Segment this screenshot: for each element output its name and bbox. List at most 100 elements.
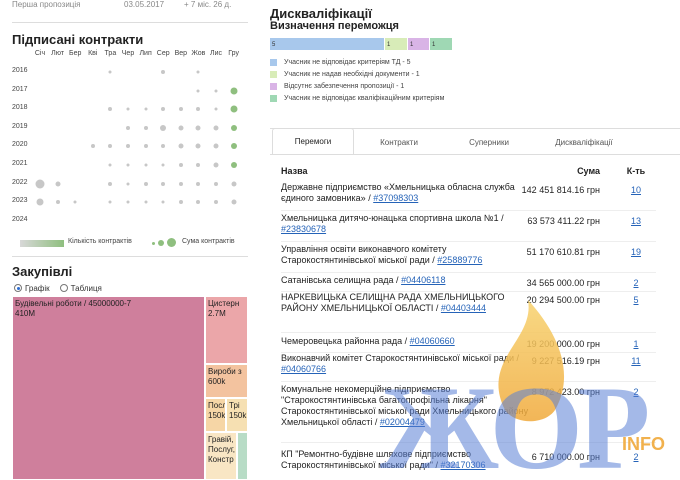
contract-dot[interactable] — [178, 107, 183, 112]
treemap-tile-gravel[interactable]: Гравій, Послуг, Констр — [205, 432, 237, 480]
contract-dot[interactable] — [230, 87, 238, 95]
row-count-link[interactable]: 11 — [612, 356, 660, 366]
contract-dot[interactable] — [161, 181, 166, 186]
row-count-link[interactable]: 2 — [612, 387, 660, 397]
contract-dot[interactable] — [55, 181, 61, 187]
table-radio-label[interactable]: Таблиця — [71, 284, 102, 293]
row-count-link[interactable]: 2 — [612, 452, 660, 462]
row-count-link[interactable]: 1 — [612, 339, 660, 349]
row-count-link[interactable]: 5 — [612, 295, 660, 305]
graph-radio[interactable] — [14, 284, 22, 292]
dq-bar-security[interactable]: 1 — [408, 38, 429, 50]
col-header-sum[interactable]: Сума — [520, 166, 600, 176]
company-code-link[interactable]: #25889776 — [437, 255, 482, 265]
contract-dot[interactable] — [214, 107, 218, 111]
contract-dot[interactable] — [108, 70, 112, 74]
contract-dot[interactable] — [108, 200, 112, 204]
treemap-tile-services[interactable]: Посл 150k — [205, 398, 226, 432]
contract-dot[interactable] — [231, 199, 237, 205]
company-code-link[interactable]: #02004479 — [380, 417, 425, 427]
company-code-link[interactable]: #37098303 — [373, 193, 418, 203]
contract-dot[interactable] — [73, 200, 77, 204]
contract-dot[interactable] — [161, 144, 166, 149]
contract-dot[interactable] — [35, 179, 45, 189]
contract-dot[interactable] — [230, 143, 237, 150]
contract-dot[interactable] — [196, 200, 201, 205]
company-code-link[interactable]: #04406118 — [401, 275, 445, 285]
row-count-link[interactable]: 2 — [612, 278, 660, 288]
contract-dot[interactable] — [143, 125, 148, 130]
contract-dot[interactable] — [161, 107, 166, 112]
contract-dot[interactable] — [108, 181, 113, 186]
contract-dot[interactable] — [144, 200, 148, 204]
company-code-link[interactable]: #04060660 — [410, 336, 455, 346]
treemap-tile-tanks[interactable]: Цистерн 2.7M — [205, 296, 248, 364]
contract-dot[interactable] — [126, 163, 130, 167]
contract-dot[interactable] — [144, 107, 148, 111]
treemap-tile-products[interactable]: Вироби з 600k — [205, 364, 248, 398]
company-code-link[interactable]: #23830678 — [281, 224, 326, 234]
graph-radio-label[interactable]: Графік — [25, 284, 50, 293]
contract-dot[interactable] — [55, 200, 60, 205]
contract-dot[interactable] — [126, 107, 130, 111]
contract-dot[interactable] — [143, 181, 148, 186]
contract-dot[interactable] — [108, 163, 112, 167]
contract-dot[interactable] — [196, 107, 201, 112]
contract-dot[interactable] — [230, 105, 238, 113]
contract-dot[interactable] — [143, 144, 148, 149]
tab-competitors[interactable]: Суперники — [446, 129, 532, 155]
contract-dot[interactable] — [196, 181, 201, 186]
contract-dot[interactable] — [178, 163, 183, 167]
contract-dot[interactable] — [230, 124, 237, 131]
tab-wins[interactable]: Перемоги — [272, 128, 354, 155]
contract-dot[interactable] — [144, 163, 148, 167]
contract-dot[interactable] — [231, 181, 237, 187]
dq-bar-criteria[interactable]: 5 — [270, 38, 384, 50]
contract-dot[interactable] — [178, 181, 183, 186]
contract-dot[interactable] — [196, 89, 200, 93]
contract-dot[interactable] — [178, 125, 184, 131]
contract-dot[interactable] — [126, 182, 130, 186]
contract-dot[interactable] — [195, 125, 201, 131]
treemap-tile-construction[interactable]: Будівельні роботи / 45000000-7 410М — [12, 296, 205, 480]
row-count-link[interactable]: 19 — [612, 247, 660, 257]
contract-dot[interactable] — [126, 144, 130, 149]
contract-dot[interactable] — [213, 162, 219, 168]
table-radio[interactable] — [59, 284, 68, 292]
contract-dot[interactable] — [213, 125, 219, 131]
tab-contracts[interactable]: Контракти — [356, 129, 442, 155]
dq-bar-documents[interactable]: 1 — [385, 38, 407, 50]
contract-dot[interactable] — [178, 143, 184, 149]
contract-dot[interactable] — [126, 125, 130, 130]
contract-dot[interactable] — [214, 200, 218, 205]
contract-dot[interactable] — [196, 163, 201, 167]
contract-dot[interactable] — [108, 144, 113, 149]
contract-dot[interactable] — [195, 143, 201, 149]
contract-dot[interactable] — [178, 200, 183, 205]
contract-dot[interactable] — [108, 107, 113, 112]
contract-dot[interactable] — [90, 144, 95, 149]
tab-disqualifications[interactable]: Дискваліфікації — [536, 129, 632, 155]
treemap-tile-tri[interactable]: Трі 150k — [226, 398, 248, 432]
contract-dot[interactable] — [161, 200, 165, 204]
company-code-link[interactable]: #32170306 — [441, 460, 486, 470]
contract-dot[interactable] — [126, 200, 130, 204]
treemap-tile-other[interactable] — [237, 432, 248, 480]
contract-dot[interactable] — [196, 70, 200, 74]
contract-dot[interactable] — [213, 143, 219, 149]
row-count-link[interactable]: 10 — [612, 185, 660, 195]
contract-dot[interactable] — [214, 89, 218, 93]
row-count-link[interactable]: 13 — [612, 216, 660, 226]
contract-dot[interactable] — [230, 162, 237, 168]
company-code-link[interactable]: #04060766 — [281, 364, 326, 374]
company-code-link[interactable]: #04403444 — [441, 303, 486, 313]
dq-bar-qualification[interactable]: 1 — [430, 38, 452, 50]
contract-dot[interactable] — [161, 163, 165, 167]
contract-dot[interactable] — [214, 181, 218, 186]
count-legend-bar — [20, 240, 64, 247]
contract-dot[interactable] — [160, 124, 167, 131]
contract-dot[interactable] — [36, 198, 44, 206]
contract-dot[interactable] — [161, 70, 166, 74]
col-header-name[interactable]: Назва — [281, 166, 308, 176]
col-header-count[interactable]: К-ть — [612, 166, 660, 176]
